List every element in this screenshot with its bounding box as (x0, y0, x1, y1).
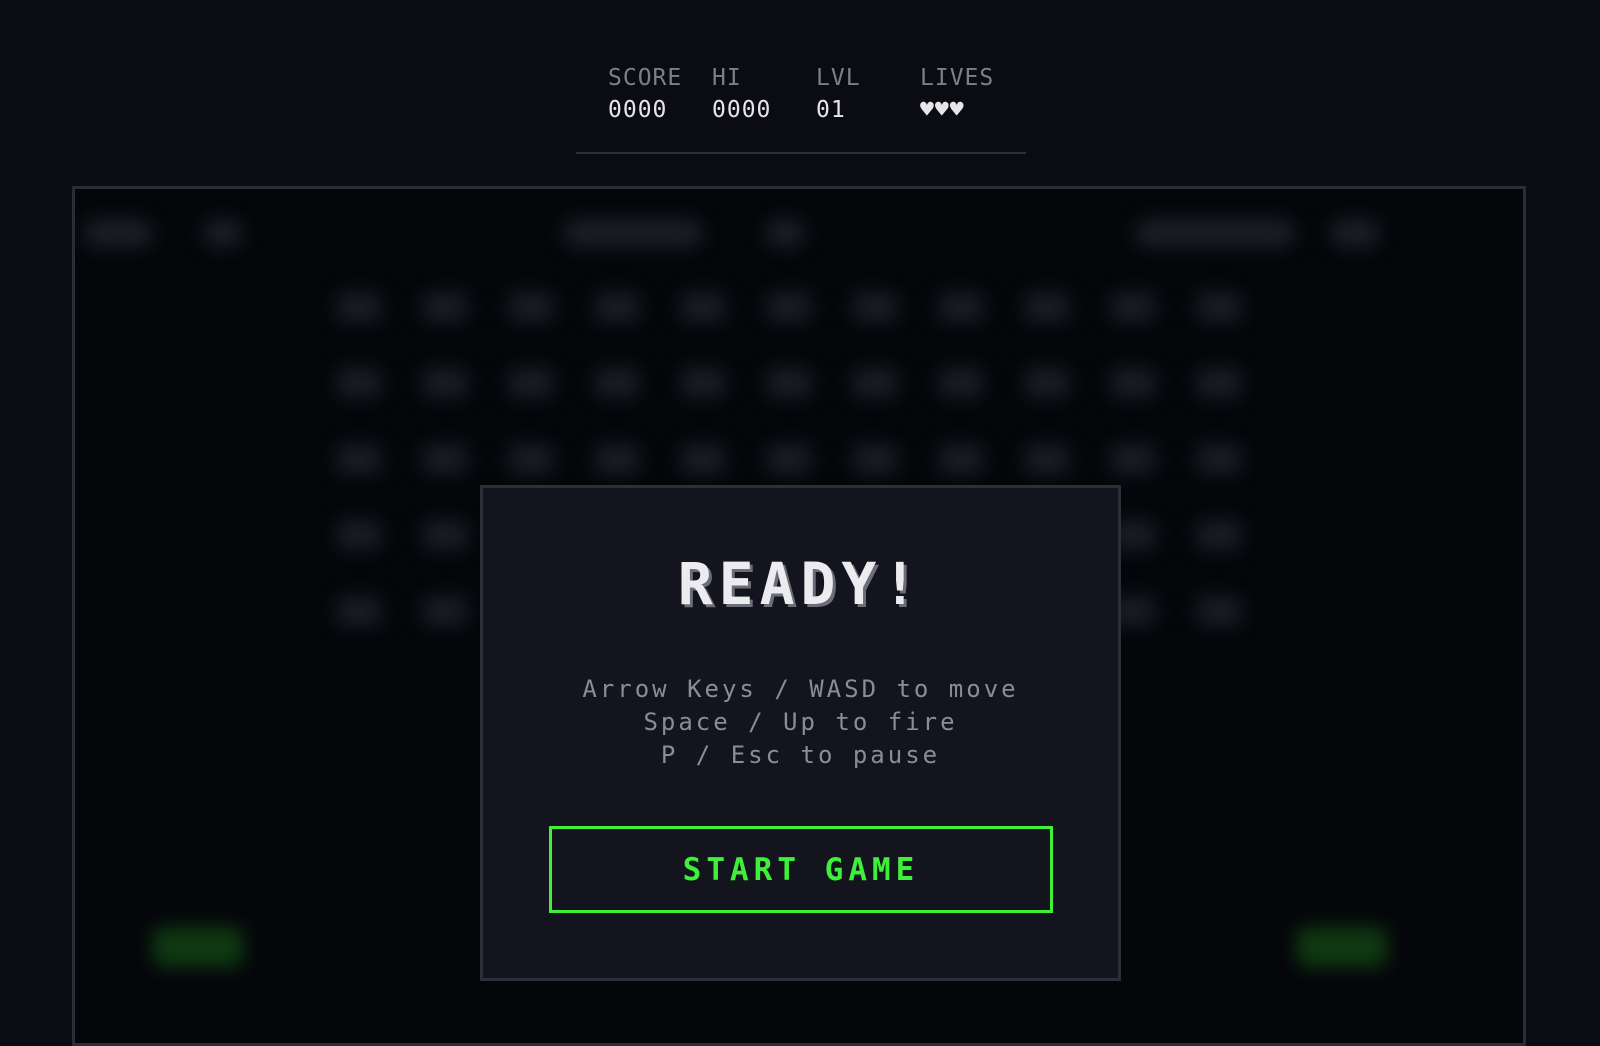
blurred-hud-text (83, 219, 153, 247)
blurred-invader (1197, 292, 1241, 322)
hud-level: LVL 01 (816, 62, 920, 126)
blurred-invader (681, 292, 725, 322)
instruction-move: Arrow Keys / WASD to move (582, 675, 1019, 703)
instruction-pause: P / Esc to pause (660, 741, 941, 769)
blurred-invader (1025, 444, 1069, 474)
blurred-invader (853, 368, 897, 398)
score-value: 0000 (608, 97, 668, 123)
blurred-invader (939, 444, 983, 474)
blurred-invader (595, 368, 639, 398)
blurred-invader (1197, 368, 1241, 398)
blurred-invader (423, 444, 467, 474)
ready-dialog: READY! Arrow Keys / WASD to move Space /… (480, 485, 1121, 981)
blurred-bunker (1297, 927, 1387, 967)
blurred-invader (337, 520, 381, 550)
lives-label: LIVES (920, 65, 995, 91)
blurred-invader (939, 368, 983, 398)
blurred-invader (595, 444, 639, 474)
blurred-invader (1025, 292, 1069, 322)
blurred-invader (1025, 368, 1069, 398)
blurred-invader (1197, 520, 1241, 550)
hud-lives: LIVES ♥♥♥ (920, 62, 1024, 126)
lives-value: ♥♥♥ (920, 97, 965, 123)
blurred-invader (337, 368, 381, 398)
hud-bar: SCORE 0000 HI 0000 LVL 01 LIVES ♥♥♥ (608, 62, 1024, 126)
blurred-invader (681, 368, 725, 398)
blurred-invader (681, 444, 725, 474)
hi-label: HI (712, 65, 742, 91)
blurred-invader (1197, 596, 1241, 626)
blurred-invader (509, 292, 553, 322)
start-game-button[interactable]: START GAME (549, 826, 1053, 913)
blurred-invader (337, 444, 381, 474)
blurred-invader (1111, 444, 1155, 474)
blurred-invader (509, 368, 553, 398)
controls-instructions: Arrow Keys / WASD to move Space / Up to … (483, 673, 1118, 772)
blurred-bunker (153, 927, 243, 967)
blurred-invader (1111, 368, 1155, 398)
blurred-invader (853, 292, 897, 322)
blurred-invader (423, 292, 467, 322)
blurred-invader (423, 520, 467, 550)
hi-value: 0000 (712, 97, 772, 123)
game-arena: READY! Arrow Keys / WASD to move Space /… (72, 186, 1526, 1046)
level-value: 01 (816, 97, 846, 123)
blurred-invader (767, 292, 811, 322)
ready-title: READY! (677, 550, 924, 618)
hud-divider (576, 152, 1026, 154)
hud-hi: HI 0000 (712, 62, 816, 126)
blurred-hud-text (1330, 219, 1380, 247)
blurred-hud-text (563, 219, 703, 247)
blurred-invader (1197, 444, 1241, 474)
blurred-hud-text (1135, 219, 1295, 247)
instruction-fire: Space / Up to fire (643, 708, 958, 736)
blurred-invader (853, 444, 897, 474)
blurred-invader (1111, 292, 1155, 322)
blurred-invader (767, 368, 811, 398)
blurred-invader (423, 368, 467, 398)
blurred-invader (939, 292, 983, 322)
blurred-hud-text (203, 219, 243, 247)
hud-score: SCORE 0000 (608, 62, 712, 126)
blurred-invader (423, 596, 467, 626)
blurred-invader (767, 444, 811, 474)
blurred-invader (509, 444, 553, 474)
blurred-invader (595, 292, 639, 322)
blurred-hud-text (765, 219, 805, 247)
blurred-invader (337, 292, 381, 322)
level-label: LVL (816, 65, 861, 91)
blurred-invader (337, 596, 381, 626)
score-label: SCORE (608, 65, 683, 91)
